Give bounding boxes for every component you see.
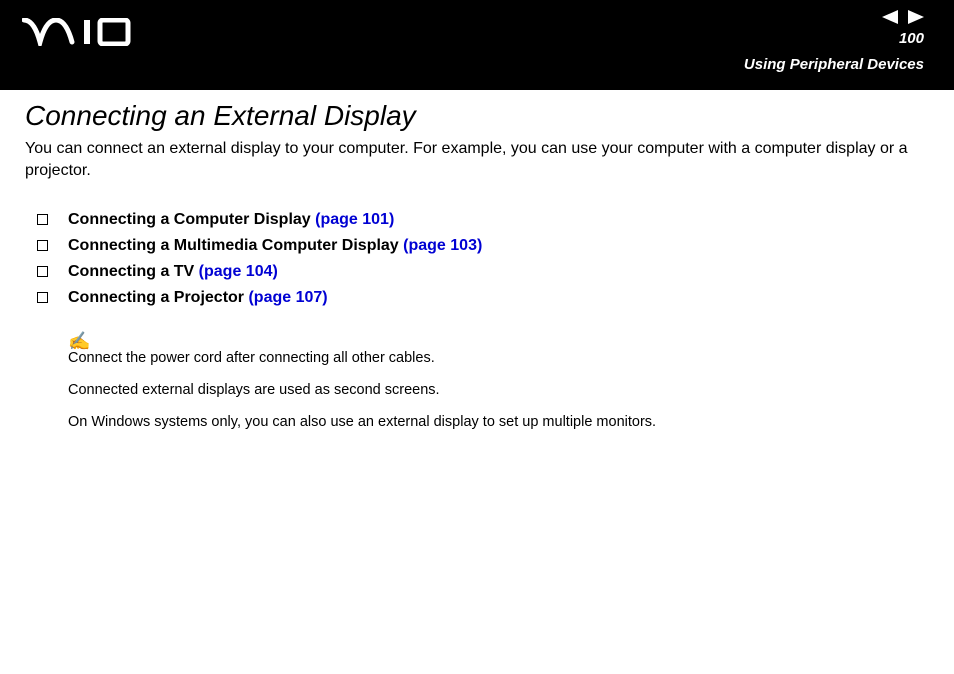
next-page-icon[interactable] (908, 10, 924, 29)
prev-page-icon[interactable] (882, 10, 898, 29)
toc-item: Connecting a Computer Display (page 101) (37, 211, 929, 229)
toc-label: Connecting a Projector (68, 289, 248, 306)
toc-link[interactable]: (page 101) (315, 211, 394, 228)
bullet-icon (37, 240, 48, 251)
toc-list: Connecting a Computer Display (page 101)… (25, 211, 929, 307)
bullet-icon (37, 214, 48, 225)
toc-link[interactable]: (page 103) (403, 237, 482, 254)
page-header: 100 Using Peripheral Devices (0, 0, 954, 90)
toc-label: Connecting a Computer Display (68, 211, 315, 228)
note-line: Connected external displays are used as … (68, 382, 929, 398)
toc-label: Connecting a Multimedia Computer Display (68, 237, 403, 254)
vaio-logo (22, 18, 142, 51)
page-content: Connecting an External Display You can c… (0, 90, 954, 430)
section-name: Using Peripheral Devices (744, 56, 924, 73)
toc-item: Connecting a Multimedia Computer Display… (37, 237, 929, 255)
bullet-icon (37, 292, 48, 303)
page-number: 100 (899, 30, 924, 47)
toc-label: Connecting a TV (68, 263, 199, 280)
page-title: Connecting an External Display (25, 100, 929, 132)
toc-link[interactable]: (page 107) (248, 289, 327, 306)
toc-item: Connecting a TV (page 104) (37, 263, 929, 281)
note-line: On Windows systems only, you can also us… (68, 414, 929, 430)
bullet-icon (37, 266, 48, 277)
toc-item: Connecting a Projector (page 107) (37, 289, 929, 307)
nav-arrows (882, 10, 924, 29)
notes-block: ✍ Connect the power cord after connectin… (68, 331, 929, 430)
note-line: Connect the power cord after connecting … (68, 350, 929, 366)
toc-link[interactable]: (page 104) (199, 263, 278, 280)
intro-paragraph: You can connect an external display to y… (25, 138, 929, 181)
note-pencil-icon: ✍ (68, 331, 929, 352)
